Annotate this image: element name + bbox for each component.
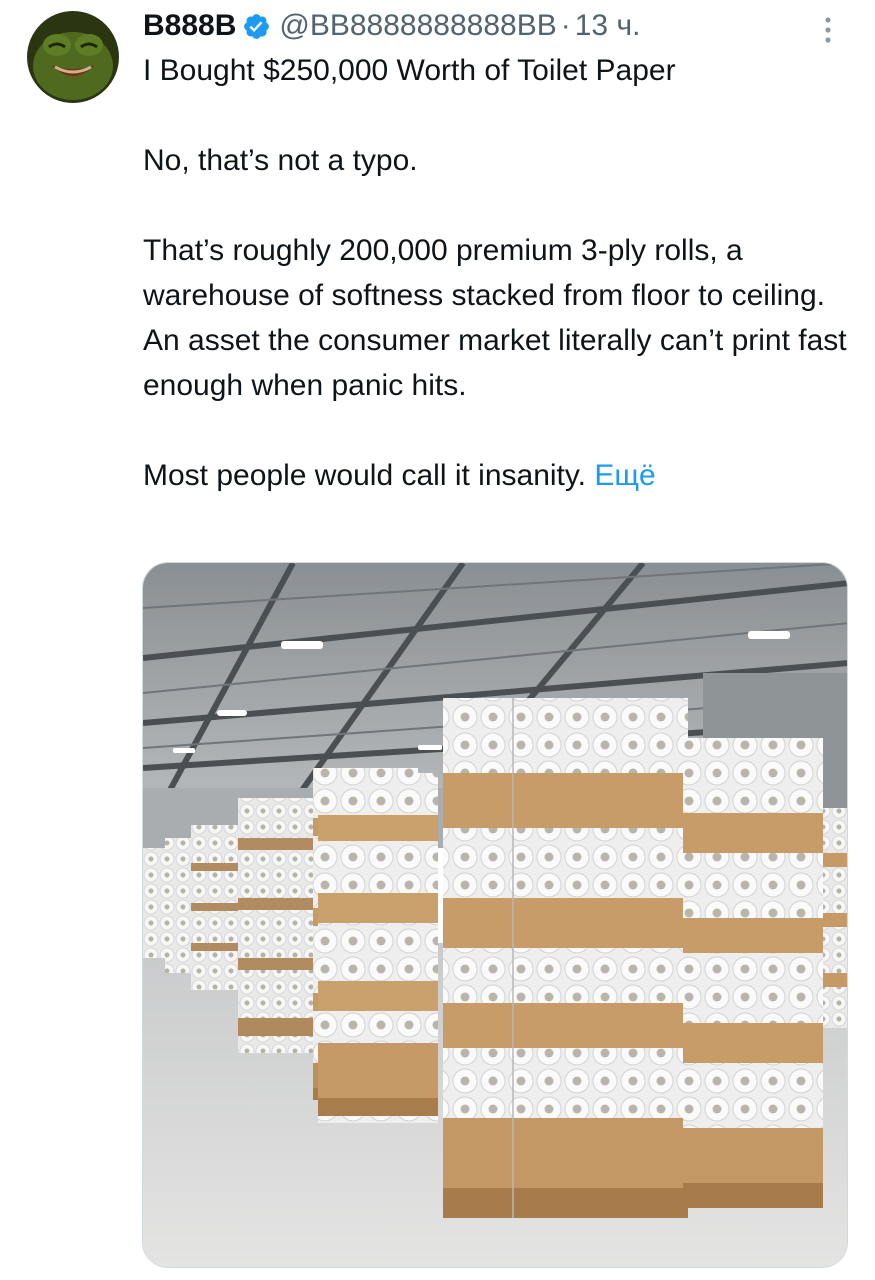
user-handle[interactable]: @BB8888888888BB [279,6,556,46]
avatar[interactable] [27,11,119,103]
warehouse-photo [143,563,847,1267]
verified-badge-icon [242,12,271,41]
tweet-paragraph-text: Most people would call it insanity. [143,459,586,492]
tweet-paragraph: No, that’s not a typo. [143,144,418,177]
frog-avatar-icon [27,11,119,103]
vertical-ellipsis-icon [825,17,831,43]
tweet-title: I Bought $250,000 Worth of Toilet Paper [143,54,676,87]
tweet-text: I Bought $250,000 Worth of Toilet Paper … [143,48,853,498]
show-more-link[interactable]: Ещё [594,459,655,492]
tweet-image[interactable] [142,562,848,1268]
more-options-button[interactable] [818,14,838,46]
timestamp[interactable]: 13 ч. [575,6,641,46]
separator-dot: · [560,9,571,42]
tweet-header: B888B @BB8888888888BB · 13 ч. [143,6,640,46]
tweet-paragraph: That’s roughly 200,000 premium 3-ply rol… [143,234,847,402]
tweet-paragraph-last: Most people would call it insanity. Ещё [143,453,853,498]
display-name[interactable]: B888B [143,6,236,46]
